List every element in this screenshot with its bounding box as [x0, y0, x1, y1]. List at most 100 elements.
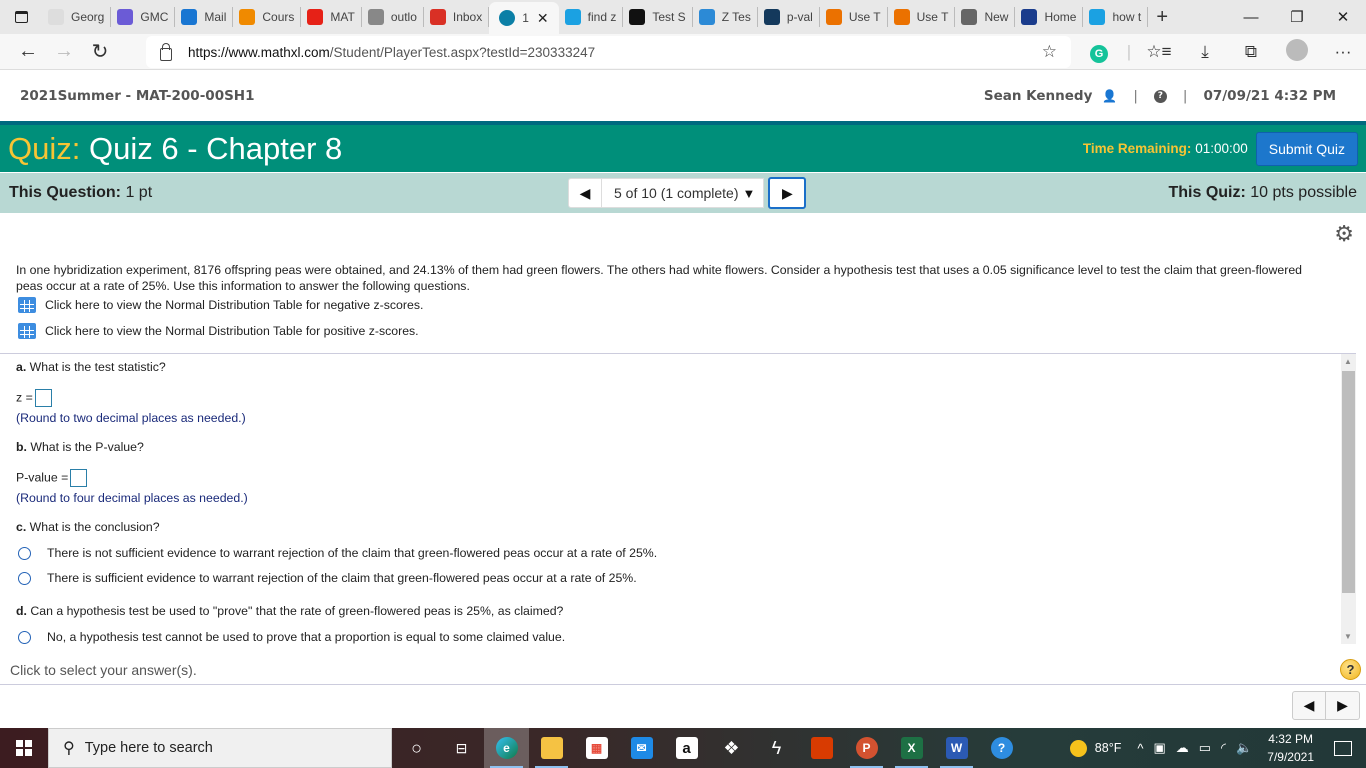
collections-button[interactable]: ⧉ [1228, 42, 1274, 62]
browser-tab[interactable]: MAT [301, 7, 362, 27]
taskbar-clock[interactable]: 4:32 PM 7/9/2021 [1267, 730, 1314, 766]
user-name[interactable]: Sean Kennedy [984, 88, 1093, 104]
grammarly-extension-button[interactable]: G [1076, 42, 1122, 63]
next-question-button[interactable]: ▶ [768, 177, 807, 209]
browser-tab[interactable]: find z [559, 7, 624, 27]
part-b-hint: (Round to four decimal places as needed.… [16, 491, 248, 505]
tab-label: outlo [390, 10, 417, 24]
app-bolt-button[interactable]: ϟ [754, 728, 799, 768]
browser-tab[interactable]: how t [1083, 7, 1149, 27]
browser-tab[interactable]: 1 ✕ [489, 2, 559, 34]
question-selector-dropdown[interactable]: 5 of 10 (1 complete) ▼ [602, 178, 765, 208]
cortana-button[interactable]: ○ [394, 728, 439, 768]
profile-button[interactable] [1274, 38, 1320, 66]
store-icon: ▦ [585, 737, 608, 759]
submit-quiz-button[interactable]: Submit Quiz [1255, 131, 1358, 166]
refresh-button[interactable]: ↻ [82, 39, 118, 64]
pvalue-answer-input[interactable] [70, 469, 88, 487]
close-tab-icon[interactable]: ✕ [537, 10, 549, 27]
help-app-icon: ? [990, 737, 1013, 759]
browser-tab[interactable]: Use T [888, 7, 956, 27]
taskbar-search-input[interactable]: ⚲ Type here to search [48, 728, 392, 768]
excel-button[interactable]: X [889, 728, 934, 768]
help-app-button[interactable]: ? [979, 728, 1024, 768]
z-answer-input[interactable] [34, 389, 52, 407]
answer-scrollbar[interactable]: ▲ ▼ [1341, 354, 1356, 644]
downloads-button[interactable]: ⤓ [1182, 42, 1228, 62]
conclusion-option-1[interactable]: There is not sufficient evidence to warr… [18, 546, 657, 560]
edge-taskbar-button[interactable]: e [484, 728, 529, 768]
radio-button[interactable] [18, 546, 31, 560]
browser-tab[interactable]: Mail [175, 7, 234, 27]
pvalue-label: P-value = [16, 470, 69, 485]
help-icon[interactable]: ? [1153, 89, 1167, 103]
answer-area: a. What is the test statistic? z = (Roun… [0, 354, 1340, 644]
outlook-icon [181, 9, 198, 25]
meet-now-icon[interactable]: ▣ [1153, 740, 1165, 756]
settings-menu-button[interactable]: ··· [1320, 42, 1366, 62]
action-center-icon[interactable] [1334, 740, 1352, 756]
prove-option-1[interactable]: No, a hypothesis test cannot be used to … [18, 630, 565, 644]
minimize-button[interactable]: — [1228, 0, 1274, 34]
browser-tab[interactable]: Use T [820, 7, 888, 27]
favorites-button[interactable]: ☆≡ [1136, 42, 1182, 62]
folder-icon [540, 737, 563, 759]
answer-instruction: Click to select your answer(s). [10, 662, 197, 678]
add-favorite-icon[interactable]: ☆ [1042, 42, 1057, 62]
restore-button[interactable]: ❐ [1274, 0, 1320, 34]
weather-temp[interactable]: 88°F [1095, 741, 1122, 755]
browser-tab[interactable]: outlo [362, 7, 424, 27]
scroll-down-icon[interactable]: ▼ [1344, 632, 1352, 641]
scrollbar-thumb[interactable] [1342, 371, 1355, 593]
help-button[interactable]: ? [1340, 659, 1361, 680]
browser-tab[interactable]: Cours [233, 7, 302, 27]
page-back-button[interactable]: ◀ [1292, 691, 1326, 720]
back-button[interactable]: ← [10, 40, 46, 63]
conclusion-option-2[interactable]: There is sufficient evidence to warrant … [18, 571, 637, 585]
previous-question-button[interactable]: ◀ [568, 178, 602, 208]
quiz-name: Quiz 6 - Chapter 8 [88, 130, 343, 166]
word-button[interactable]: W [934, 728, 979, 768]
browser-tab[interactable]: New [955, 7, 1016, 27]
scroll-up-icon[interactable]: ▲ [1344, 357, 1352, 366]
url-input[interactable]: https://www.mathxl.com/Student/PlayerTes… [146, 36, 1071, 68]
browser-tab[interactable]: Georg [42, 7, 112, 27]
browser-tab[interactable]: GMC [111, 7, 176, 27]
tab-actions-button[interactable] [0, 0, 42, 34]
close-window-button[interactable]: ✕ [1320, 0, 1366, 34]
file-explorer-button[interactable] [529, 728, 574, 768]
wifi-icon[interactable]: ◜ [1221, 740, 1226, 756]
browser-tab[interactable]: Z Tes [693, 7, 758, 27]
toolbar-divider: | [1126, 42, 1132, 61]
radio-button[interactable] [18, 630, 31, 644]
bolt-icon: ϟ [771, 737, 782, 758]
browser-tab[interactable]: p-val [758, 7, 820, 27]
show-hidden-icons-icon[interactable]: ^ [1137, 741, 1143, 756]
new-tab-button[interactable]: + [1148, 6, 1176, 29]
browser-tab[interactable]: Test S [623, 7, 693, 27]
powerpoint-button[interactable]: P [844, 728, 889, 768]
start-button[interactable] [0, 728, 48, 768]
positive-z-table-link[interactable]: Click here to view the Normal Distributi… [18, 323, 419, 339]
radio-button[interactable] [18, 571, 31, 585]
store-button[interactable]: ▦ [574, 728, 619, 768]
weather-icon[interactable] [1069, 739, 1087, 757]
download-icon: ⤓ [1201, 42, 1209, 61]
onedrive-icon[interactable]: ☁ [1176, 740, 1189, 756]
mail-button[interactable]: ✉ [619, 728, 664, 768]
question-navigator: ◀ 5 of 10 (1 complete) ▼ ▶ [568, 177, 807, 209]
task-view-button[interactable]: ⊟ [439, 728, 484, 768]
page-forward-button[interactable]: ▶ [1326, 691, 1360, 720]
office-button[interactable] [799, 728, 844, 768]
dropbox-button[interactable]: ❖ [709, 728, 754, 768]
amazon-button[interactable]: a [664, 728, 709, 768]
battery-icon[interactable]: ▭ [1199, 740, 1211, 756]
browser-tab[interactable]: Home [1015, 7, 1084, 27]
browser-tab[interactable]: Inbox [424, 7, 490, 27]
office-icon [810, 737, 833, 759]
gear-icon[interactable]: ⚙ [1334, 221, 1354, 247]
volume-icon[interactable]: 🔈 [1236, 740, 1252, 756]
negative-z-table-link[interactable]: Click here to view the Normal Distributi… [18, 297, 423, 313]
forward-button[interactable]: → [46, 40, 82, 63]
tab-label: GMC [140, 10, 169, 24]
